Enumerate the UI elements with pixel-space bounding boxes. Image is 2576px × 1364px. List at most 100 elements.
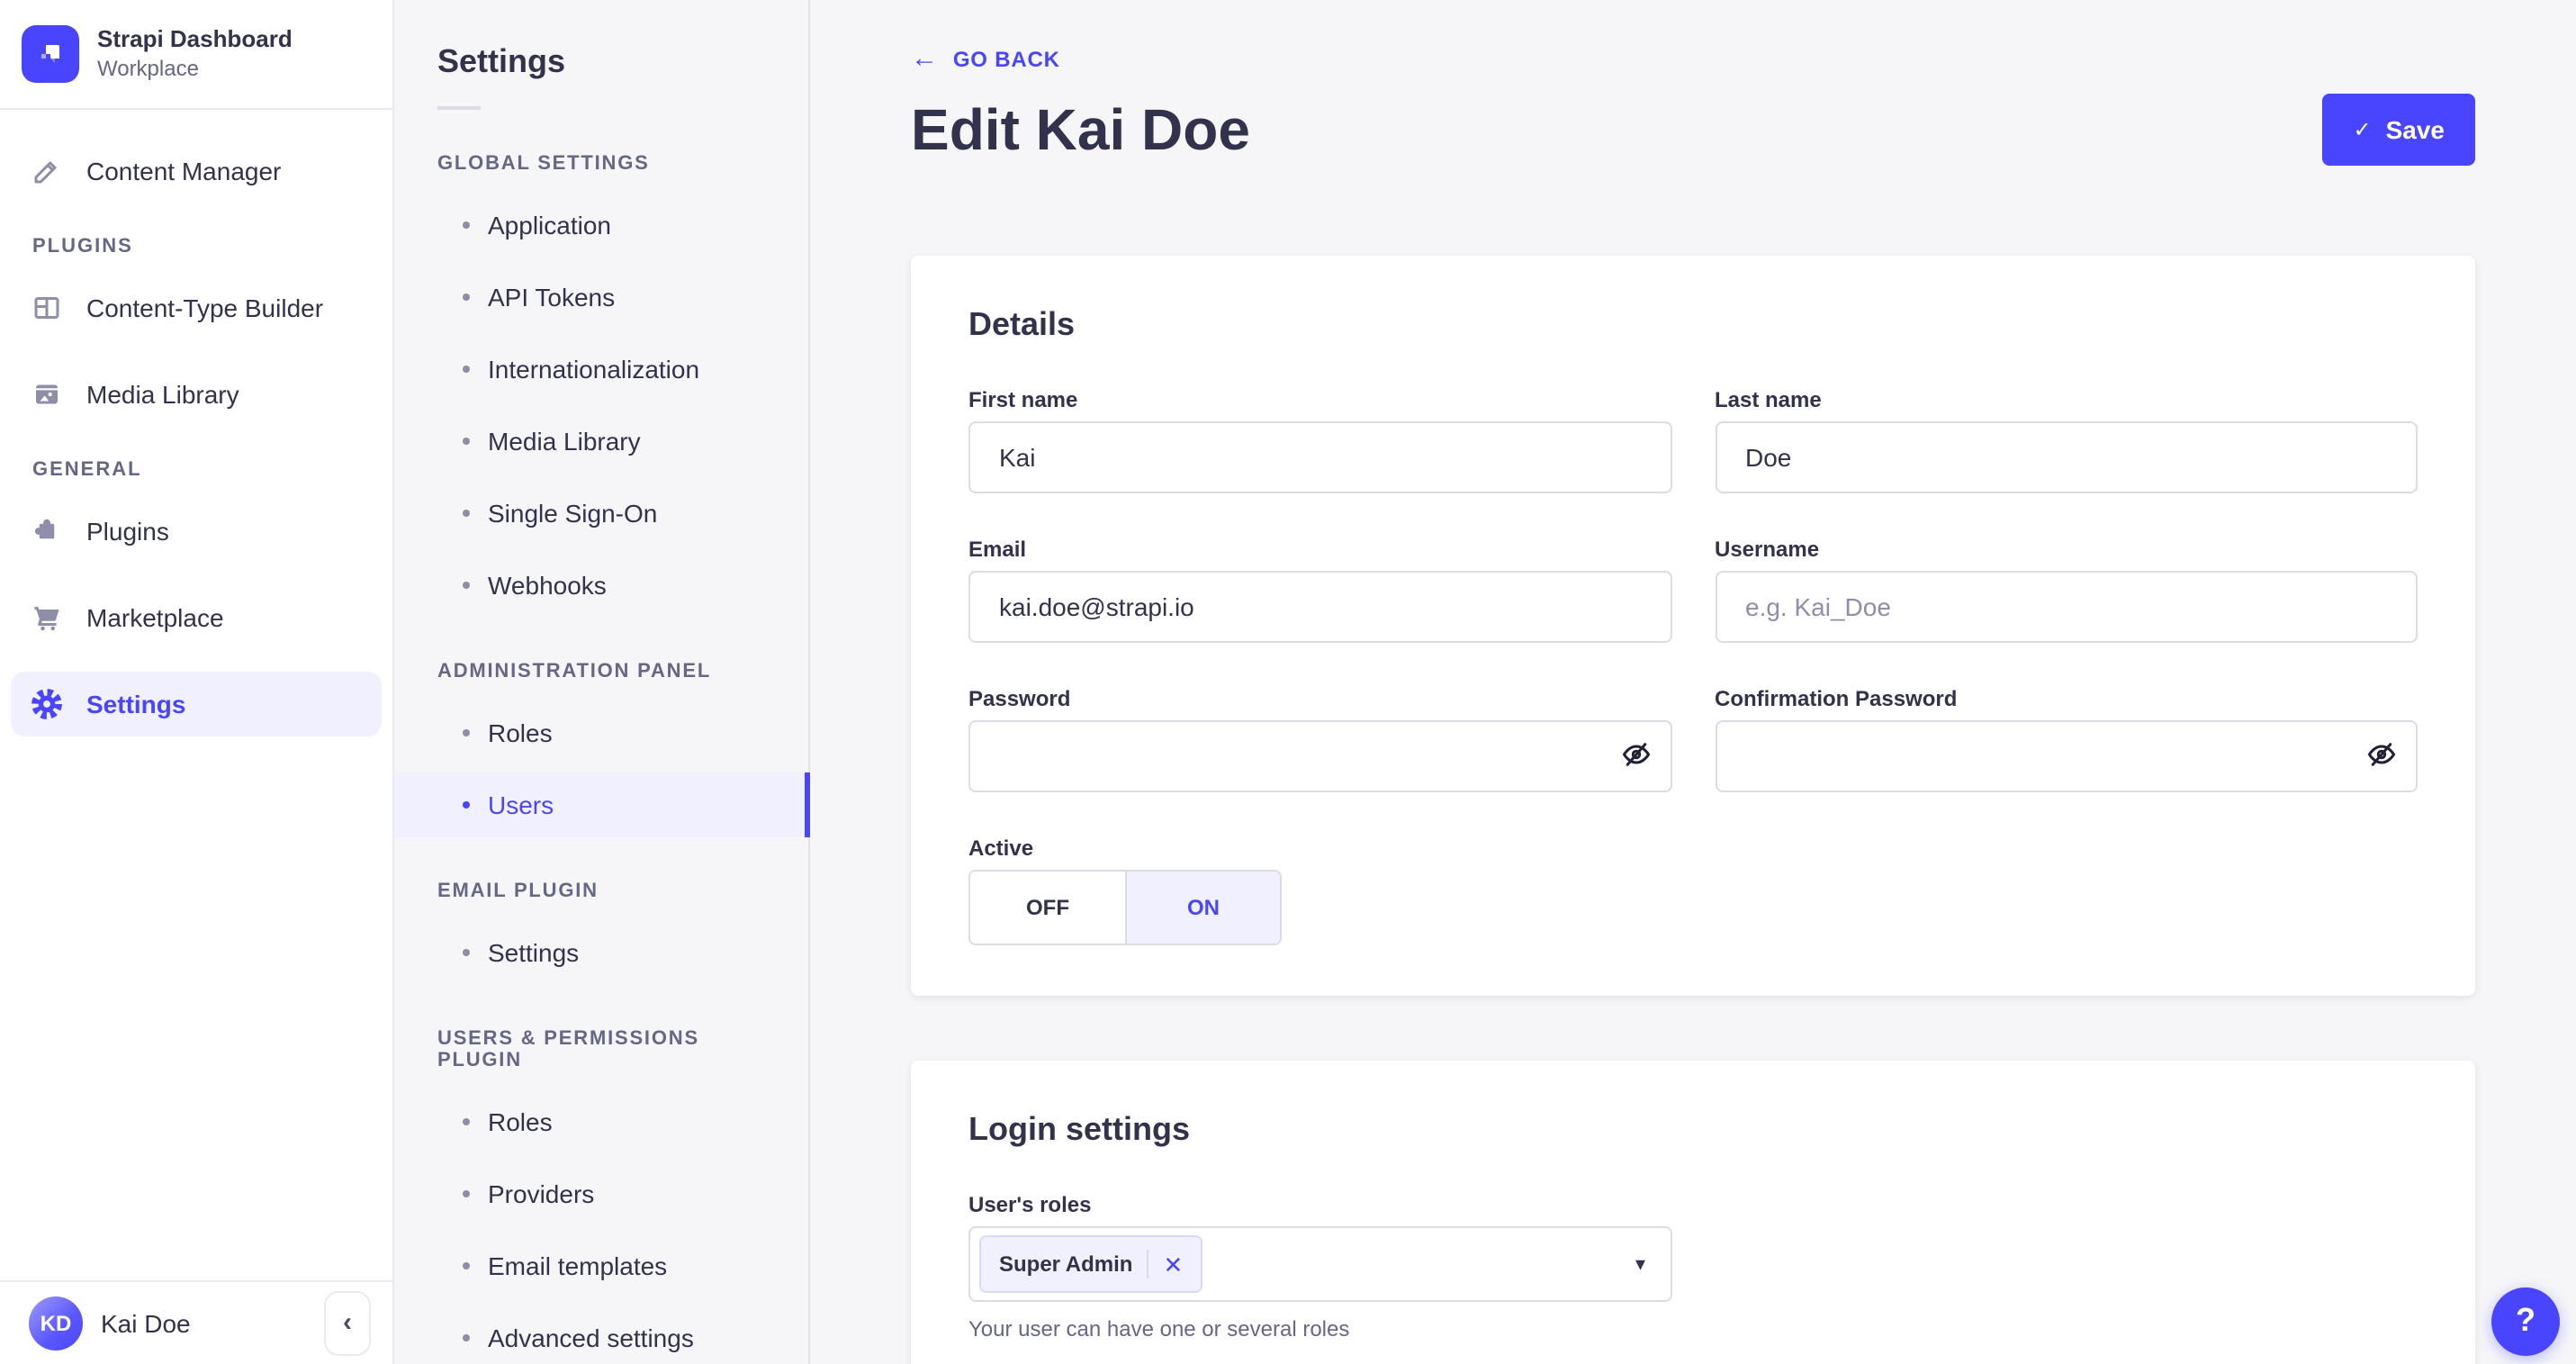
first-name-label: First name [968, 387, 1078, 412]
chevron-left-icon: ‹ [343, 1307, 352, 1338]
subnav-item-up-roles[interactable]: Roles [394, 1089, 808, 1154]
bullet-icon [463, 582, 470, 589]
details-title: Details [968, 306, 1076, 342]
remove-role-button[interactable]: ✕ [1163, 1252, 1183, 1276]
strapi-logo-glyph [41, 45, 59, 63]
subnav-item-email-templates[interactable]: Email templates [394, 1233, 808, 1298]
save-button[interactable]: ✓ Save [2322, 94, 2475, 166]
active-toggle-off[interactable]: OFF [970, 872, 1125, 944]
subnav-item-internationalization[interactable]: Internationalization [394, 337, 808, 402]
collapse-sidebar-button[interactable]: ‹ [324, 1290, 371, 1355]
details-card: Details First name Last name Email Usern… [911, 256, 2475, 996]
bullet-icon [463, 221, 470, 229]
subnav-item-label: Advanced settings [488, 1323, 694, 1352]
first-name-field-group: First name [968, 387, 1671, 493]
subnav-item-label: Webhooks [488, 571, 607, 600]
chip-divider [1147, 1250, 1149, 1278]
sidebar-item-label: Marketplace [86, 603, 224, 632]
toggle-confirmation-visibility-button[interactable] [2353, 727, 2410, 785]
brand: Strapi Dashboard Workplace [0, 0, 392, 110]
main-content: ← GO BACK Edit Kai Doe ✓ Save Details Fi… [810, 0, 2576, 1364]
arrow-left-icon: ← [911, 43, 939, 74]
gear-icon [29, 686, 65, 722]
puzzle-icon [29, 513, 65, 549]
password-input[interactable] [968, 720, 1671, 792]
subnav-section-email-plugin: EMAIL PLUGIN [437, 881, 599, 902]
subnav-item-media-library[interactable]: Media Library [394, 409, 808, 474]
eye-slash-icon [1619, 737, 1652, 775]
image-icon [29, 376, 65, 412]
close-icon: ✕ [1163, 1251, 1184, 1278]
login-settings-title: Login settings [968, 1111, 1190, 1147]
last-name-input[interactable] [1715, 421, 2418, 493]
subnav-item-label: Single Sign-On [488, 499, 658, 528]
subnav-item-advanced-settings[interactable]: Advanced settings [394, 1305, 808, 1364]
bullet-icon [463, 438, 470, 445]
role-chip-label: Super Admin [999, 1251, 1133, 1277]
user-roles-select[interactable]: Super Admin ✕ ▾ [968, 1226, 1672, 1302]
login-settings-card: Login settings User's roles Super Admin … [911, 1061, 2475, 1364]
confirmation-password-field-group: Confirmation Password [1715, 686, 2418, 792]
bullet-icon [463, 801, 470, 808]
sidebar-item-content-manager[interactable]: Content Manager [11, 139, 382, 203]
subnav-title: Settings [437, 43, 566, 79]
email-label: Email [968, 537, 1027, 562]
subnav-item-admin-roles[interactable]: Roles [394, 700, 808, 765]
main-sidebar: Strapi Dashboard Workplace Content Manag… [0, 0, 394, 1364]
help-button[interactable]: ? [2491, 1287, 2560, 1355]
subnav-item-single-sign-on[interactable]: Single Sign-On [394, 481, 808, 546]
bullet-icon [463, 294, 470, 301]
bullet-icon [463, 1118, 470, 1125]
first-name-input[interactable] [968, 421, 1671, 493]
sidebar-item-media-library[interactable]: Media Library [11, 362, 382, 427]
confirmation-password-label: Confirmation Password [1715, 686, 1958, 711]
subnav-item-label: Settings [488, 938, 580, 967]
user-roles-hint: Your user can have one or several roles [968, 1316, 1350, 1341]
sidebar-item-content-type-builder[interactable]: Content-Type Builder [11, 276, 382, 340]
sidebar-section-general: GENERAL [32, 459, 142, 481]
eye-slash-icon [2365, 737, 2398, 775]
active-toggle-on[interactable]: ON [1125, 872, 1280, 944]
subnav-section-users-permissions-plugin: USERS & PERMISSIONS PLUGIN [437, 1028, 699, 1071]
confirmation-password-input[interactable] [1715, 720, 2418, 792]
subnav-item-label: API Tokens [488, 283, 616, 312]
subnav-item-email-settings[interactable]: Settings [394, 920, 808, 985]
brand-title: Strapi Dashboard [97, 25, 293, 53]
subnav-section-global-settings: GLOBAL SETTINGS [437, 153, 650, 175]
subnav-item-webhooks[interactable]: Webhooks [394, 553, 808, 618]
avatar[interactable]: KD [29, 1296, 83, 1350]
pencil-icon [29, 153, 65, 189]
subnav-item-label: Email templates [488, 1251, 668, 1280]
email-field-group: Email [968, 537, 1671, 643]
active-toggle: OFF ON [968, 870, 1282, 945]
strapi-logo[interactable] [22, 25, 79, 83]
toggle-password-visibility-button[interactable] [1607, 727, 1664, 785]
subnav-item-label: Application [488, 211, 611, 239]
bullet-icon [463, 949, 470, 956]
password-label: Password [968, 686, 1071, 711]
save-label: Save [2385, 115, 2445, 144]
active-label: Active [968, 836, 1034, 861]
subnav-item-admin-users[interactable]: Users [394, 772, 810, 837]
sidebar-item-settings[interactable]: Settings [11, 672, 382, 736]
settings-subnav: Settings GLOBAL SETTINGS Application API… [394, 0, 810, 1364]
active-field-group: Active OFF ON [968, 836, 1671, 945]
go-back-link[interactable]: ← GO BACK [911, 43, 1060, 74]
sidebar-user-row: KD Kai Doe ‹ [0, 1279, 392, 1364]
go-back-label: GO BACK [952, 46, 1060, 71]
sidebar-item-marketplace[interactable]: Marketplace [11, 585, 382, 650]
bullet-icon [463, 366, 470, 373]
username-input[interactable] [1715, 571, 2418, 643]
chevron-down-icon: ▾ [1635, 1254, 1645, 1276]
bullet-icon [463, 1190, 470, 1197]
subnav-item-api-tokens[interactable]: API Tokens [394, 265, 808, 330]
bullet-icon [463, 510, 470, 517]
cart-icon [29, 600, 65, 636]
email-input[interactable] [968, 571, 1671, 643]
page-title: Edit Kai Doe [911, 96, 1250, 161]
subnav-item-providers[interactable]: Providers [394, 1161, 808, 1226]
subnav-item-application[interactable]: Application [394, 193, 808, 257]
sidebar-item-plugins[interactable]: Plugins [11, 499, 382, 564]
sidebar-item-label: Settings [86, 690, 186, 718]
subnav-item-label: Roles [488, 1107, 553, 1136]
